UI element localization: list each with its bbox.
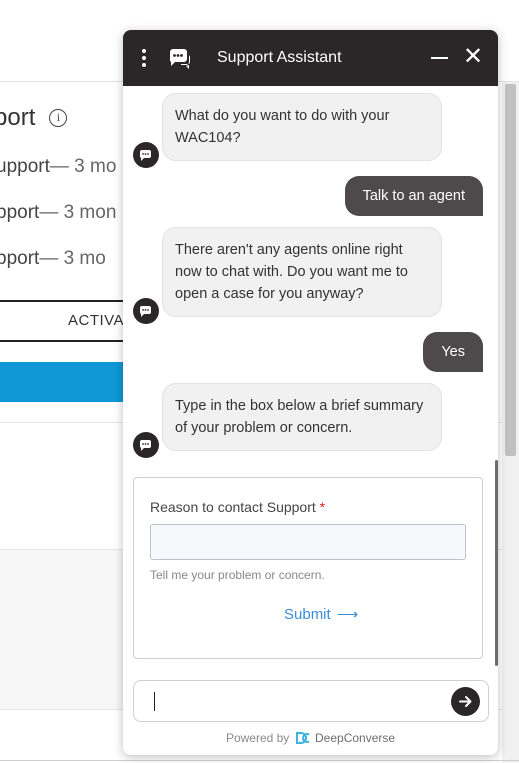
powered-by-footer: Powered by DeepConverse [123,731,498,745]
message-input[interactable] [148,690,438,714]
line-age: — 3 mon [39,202,117,223]
deepconverse-logo-icon [295,732,310,744]
background-support-line-3[interactable]: pport— 3 mo [0,248,106,270]
reason-label: Reason to contact Support * [150,499,325,515]
page-scrollbar-thumb[interactable] [505,84,516,456]
minimize-icon[interactable] [430,48,450,68]
submit-label: Submit [284,605,331,623]
line-label: upport [0,156,50,177]
bot-message: What do you want to do with your WAC104? [162,93,442,161]
background-support-line-1[interactable]: upport— 3 mo [0,156,116,178]
text-caret [154,692,155,711]
powered-by-text: Powered by [225,731,290,745]
user-message: Talk to an agent [344,176,483,216]
chat-header: Support Assistant ✕ [123,30,498,86]
submit-button[interactable]: Submit ⟶ [284,605,359,624]
bot-avatar-icon [133,142,159,168]
bot-avatar-icon [133,298,159,324]
reason-label-text: Reason to contact Support [150,499,316,515]
send-button[interactable] [451,687,480,716]
message-list: What do you want to do with your WAC104?… [123,86,498,490]
reason-help-text: Tell me your problem or concern. [150,568,325,582]
info-icon[interactable]: i [49,109,68,127]
message-composer[interactable] [133,680,489,722]
contact-form-card: Reason to contact Support * Tell me your… [133,477,483,659]
line-age: — 3 mo [49,156,117,177]
background-primary-button[interactable] [0,362,140,402]
chat-title: Support Assistant [217,49,342,66]
reason-input[interactable] [150,524,466,560]
send-arrow-icon [459,696,472,707]
more-options-icon[interactable] [127,30,161,86]
background-section-title: port i [0,104,68,132]
line-age: — 3 mo [39,248,106,269]
close-icon[interactable]: ✕ [461,45,485,70]
chat-widget: Support Assistant ✕ What do you want to … [123,30,498,755]
user-message: Yes [423,332,483,372]
chat-bubbles-icon [169,49,190,69]
bot-message: Type in the box below a brief summary of… [162,383,442,451]
bot-avatar-icon [133,432,159,458]
chat-scrollbar[interactable] [495,460,498,666]
background-support-line-2[interactable]: pport— 3 mon [0,202,116,224]
background-bottom-border [0,760,519,761]
arrow-right-icon: ⟶ [336,606,359,623]
bot-message: There aren't any agents online right now… [162,227,442,317]
background-tab-label[interactable]: ACTIVA [68,312,124,329]
background-section-title-text: port [0,104,36,131]
line-label: pport [0,202,40,223]
background-gray-panel [0,550,140,710]
line-label: pport [0,248,40,269]
required-marker: * [319,499,326,515]
powered-by-brand[interactable]: DeepConverse [315,731,395,745]
